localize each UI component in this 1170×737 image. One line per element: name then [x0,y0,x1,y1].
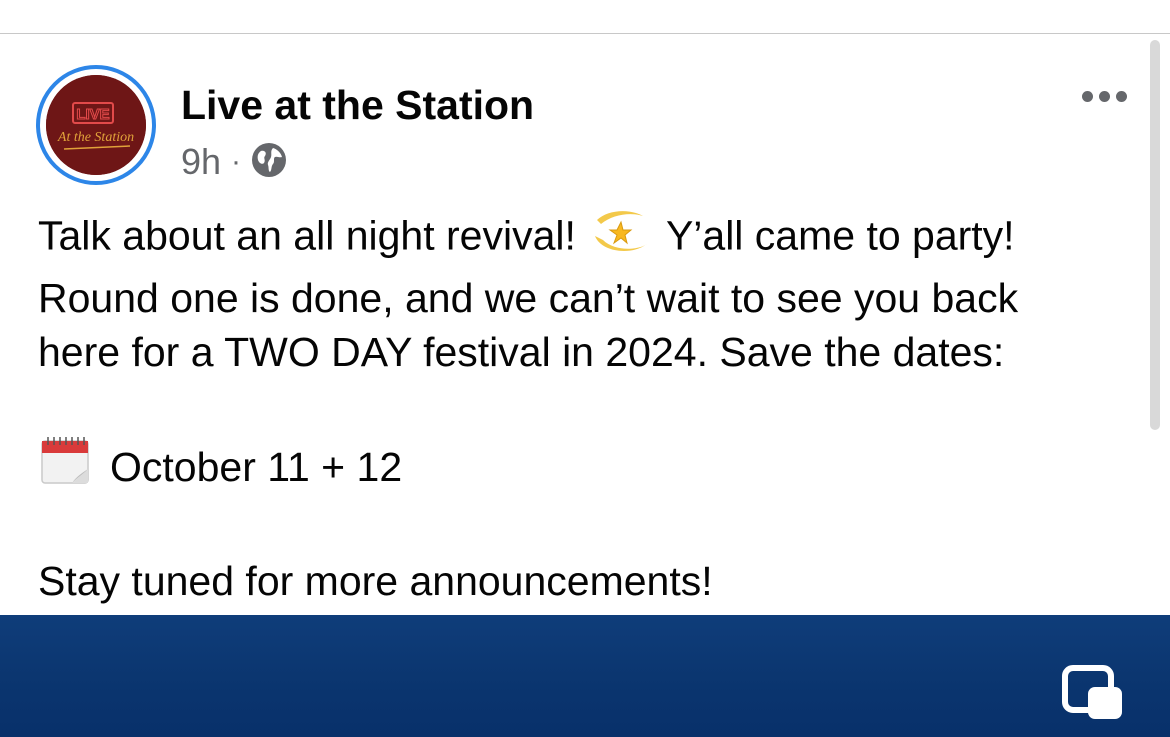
post-text-party: Y’all came to party! [665,212,1015,259]
post-line-1: Talk about an all night revival! Y’all c… [38,206,1148,271]
post-card: LIVE At the Station Live at the Station … [0,34,1170,615]
picture-in-picture-icon[interactable] [1060,663,1126,723]
more-options-icon[interactable] [1072,82,1136,110]
logo-script-text: At the Station [57,130,134,145]
festival-date: October 11 + 12 [110,443,403,490]
post-image[interactable] [0,615,1170,737]
spiral-calendar-emoji [38,433,92,500]
post-date-line: October 11 + 12 [38,433,1148,500]
dizzy-star-emoji [587,206,655,271]
globe-icon [251,142,287,183]
post-timestamp[interactable]: 9h [181,142,221,182]
post-line-2: Round one is done, and we can’t wait to … [38,275,1019,321]
logo-live-text: LIVE [76,106,109,123]
page-avatar[interactable]: LIVE At the Station [36,65,156,185]
post-text: Talk about an all night revival! Y’all c… [38,206,1148,608]
page-name[interactable]: Live at the Station [181,82,534,128]
post-line-3: here for a TWO DAY festival in 2024. Sav… [38,329,1005,375]
post-text-intro: Talk about an all night revival! [38,212,576,259]
top-strip [0,0,1170,34]
meta-separator: · [231,145,242,178]
post-meta: 9h · [181,142,287,182]
post-closing: Stay tuned for more announcements! [38,558,713,604]
avatar-logo: LIVE At the Station [46,75,146,175]
